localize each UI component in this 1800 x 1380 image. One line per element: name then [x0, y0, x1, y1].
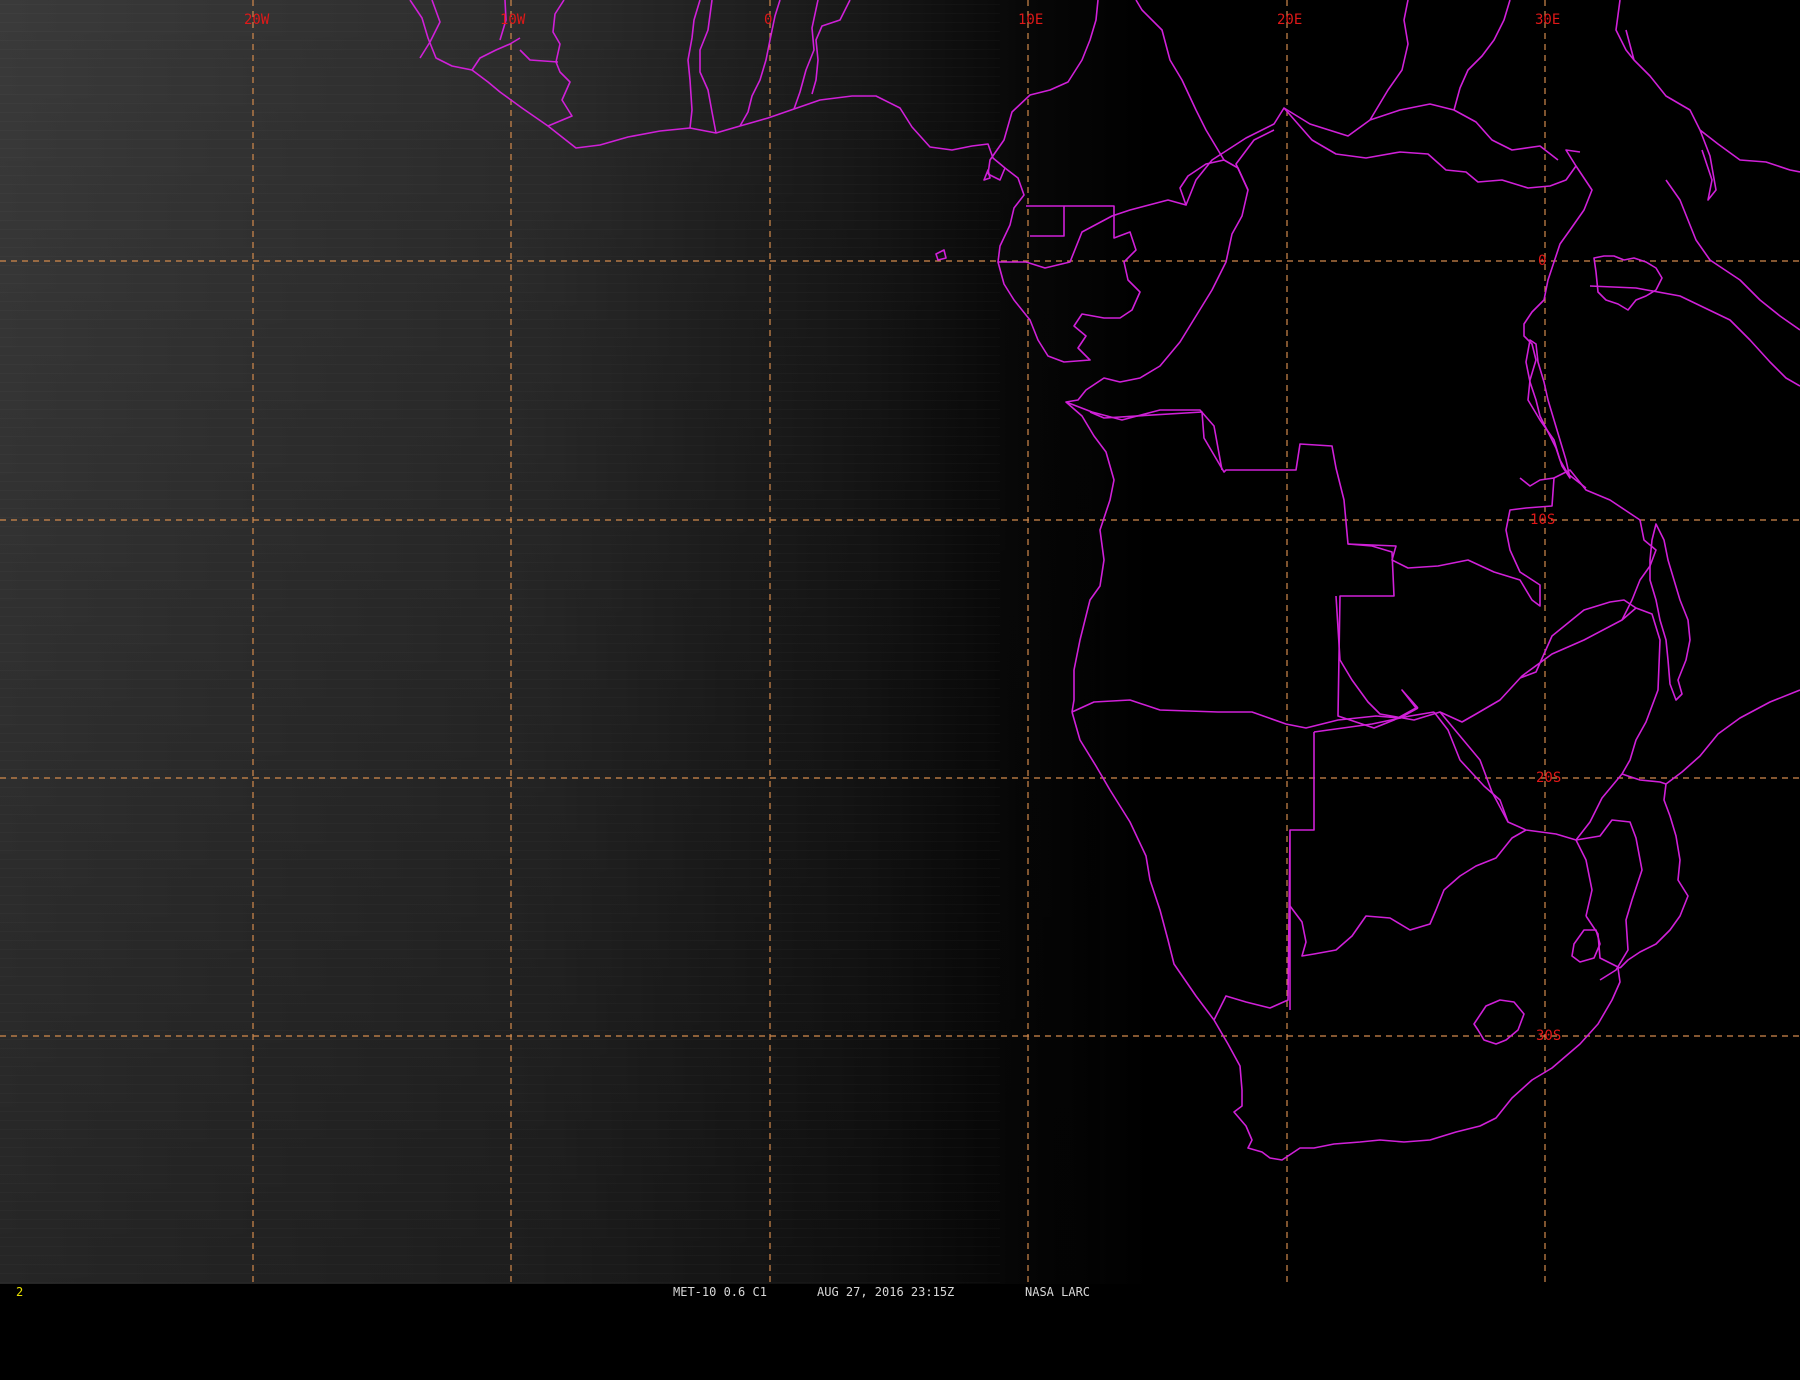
lon-label-0: 0 — [764, 12, 772, 28]
lon-label-20e: 20E — [1277, 12, 1302, 28]
satellite-image-viewer: 20W 10W 0 10E 20E 30E 0 10S 20S 30S 2 ME… — [0, 0, 1800, 1300]
satellite-channel-label: MET-10 0.6 C1 — [673, 1285, 767, 1299]
frame-number: 2 — [16, 1285, 24, 1299]
status-bar: 2 MET-10 0.6 C1 AUG 27, 2016 23:15Z NASA… — [0, 1284, 1800, 1300]
lon-label-10w: 10W — [500, 12, 526, 28]
lon-label-30e: 30E — [1535, 12, 1560, 28]
image-timestamp: AUG 27, 2016 23:15Z — [817, 1285, 955, 1299]
scan-line-texture — [0, 0, 1000, 1284]
lon-label-10e: 10E — [1018, 12, 1043, 28]
lat-label-0: 0 — [1538, 253, 1546, 269]
lon-label-20w: 20W — [244, 12, 270, 28]
lat-label-30s: 30S — [1536, 1028, 1561, 1044]
organization-label: NASA LARC — [1025, 1285, 1091, 1299]
satellite-map: 20W 10W 0 10E 20E 30E 0 10S 20S 30S — [0, 0, 1800, 1284]
lat-label-10s: 10S — [1530, 512, 1555, 528]
lat-label-20s: 20S — [1536, 770, 1561, 786]
